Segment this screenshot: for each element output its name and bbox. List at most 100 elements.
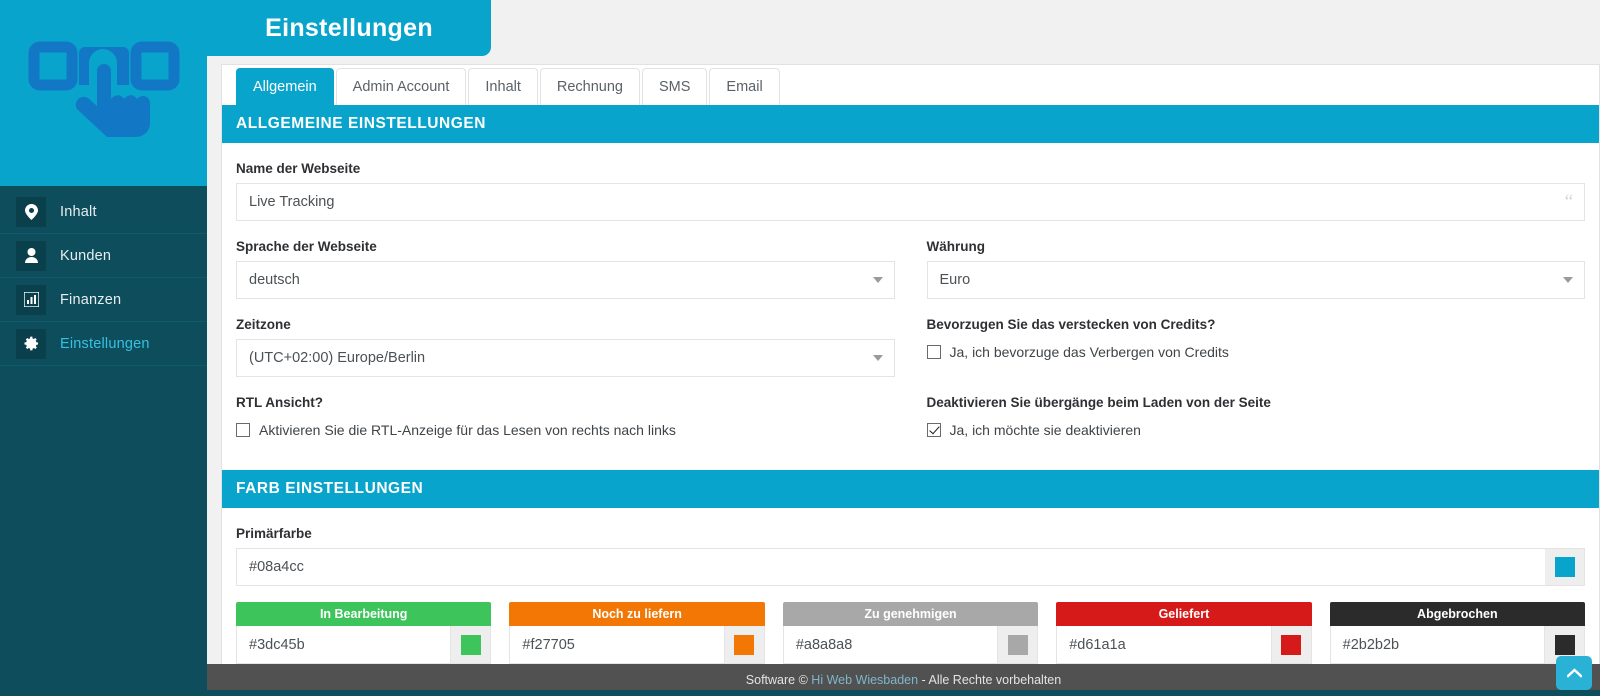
- status-color-input-group: #2b2b2b: [1329, 626, 1586, 664]
- general-settings-header: ALLGEMEINE EINSTELLUNGEN: [222, 105, 1599, 143]
- sidebar-item-finanzen[interactable]: Finanzen: [0, 278, 207, 322]
- timezone-label: Zeitzone: [236, 317, 291, 332]
- tab-sms[interactable]: SMS: [642, 68, 708, 105]
- status-color-cell: Zu genehmigen #a8a8a8: [782, 602, 1039, 664]
- tab-rechnung[interactable]: Rechnung: [539, 68, 640, 105]
- primary-color-swatch-button[interactable]: [1545, 548, 1585, 586]
- disable-transitions-checkbox[interactable]: [926, 423, 941, 437]
- status-color-swatch-button[interactable]: [1270, 626, 1311, 663]
- status-color-chip: [460, 634, 481, 655]
- page-title: Einstellungen: [265, 13, 433, 42]
- primary-color-field: Primärfarbe: [236, 526, 1585, 586]
- sidebar-item-label: Einstellungen: [60, 335, 150, 352]
- sidebar: Inhalt Kunden Finanzen Einstellungen: [0, 0, 207, 696]
- sidebar-item-kunden[interactable]: Kunden: [0, 234, 207, 278]
- hide-credits-check-row[interactable]: Ja, ich bevorzuge das Verbergen von Cred…: [926, 344, 1586, 360]
- status-color-value[interactable]: #2b2b2b: [1330, 626, 1545, 663]
- status-color-input-group: #f27705: [509, 626, 765, 664]
- tab-email[interactable]: Email: [709, 68, 780, 105]
- status-color-cell: In Bearbeitung #3dc45b: [236, 602, 492, 664]
- status-color-tag: Zu genehmigen: [782, 602, 1039, 626]
- logo-panel[interactable]: [0, 0, 207, 186]
- rtl-check-row[interactable]: Aktivieren Sie die RTL-Anzeige für das L…: [236, 422, 895, 438]
- site-name-input[interactable]: [236, 183, 1585, 221]
- general-settings-body: Name der Webseite “ Sprache der Webseite…: [222, 161, 1599, 470]
- timezone-field: Zeitzone (UTC+02:00) Europe/Berlin: [236, 317, 895, 377]
- sidebar-nav: Inhalt Kunden Finanzen Einstellungen: [0, 186, 207, 366]
- site-name-input-wrap: “: [236, 183, 1585, 221]
- site-name-label: Name der Webseite: [236, 161, 361, 176]
- status-color-value[interactable]: #a8a8a8: [783, 626, 998, 663]
- status-color-value[interactable]: #3dc45b: [237, 626, 451, 663]
- tab-label: Inhalt: [485, 79, 521, 95]
- status-color-value[interactable]: #d61a1a: [1057, 626, 1271, 663]
- primary-color-input-group: [236, 548, 1585, 586]
- sidebar-item-einstellungen[interactable]: Einstellungen: [0, 322, 207, 366]
- hide-credits-col: Bevorzugen Sie das verstecken von Credit…: [911, 299, 1586, 377]
- chevron-up-icon: [1566, 668, 1582, 678]
- status-color-value[interactable]: #f27705: [510, 626, 724, 663]
- footer-text: Software © Hi Web Wiesbaden - Alle Recht…: [746, 673, 1061, 687]
- touch-screen-hand-icon: [28, 41, 179, 137]
- settings-panel: Allgemein Admin Account Inhalt Rechnung …: [221, 64, 1600, 696]
- sidebar-item-label: Kunden: [60, 247, 112, 264]
- currency-field: Währung Euro: [926, 239, 1585, 299]
- sidebar-item-inhalt[interactable]: Inhalt: [0, 190, 207, 234]
- chevron-down-icon: [872, 277, 883, 283]
- status-color-tag: Noch zu liefern: [509, 602, 765, 626]
- language-label: Sprache der Webseite: [236, 239, 377, 254]
- hide-credits-field: Bevorzugen Sie das verstecken von Credit…: [926, 317, 1586, 360]
- hide-credits-label: Bevorzugen Sie das verstecken von Credit…: [926, 317, 1216, 332]
- chevron-down-icon: [872, 355, 883, 361]
- status-color-tag: Geliefert: [1056, 602, 1312, 626]
- rtl-transitions-row: RTL Ansicht? Aktivieren Sie die RTL-Anze…: [236, 377, 1585, 438]
- status-color-chip: [1281, 634, 1302, 655]
- status-color-chip: [734, 634, 755, 655]
- chevron-down-icon: [1563, 277, 1573, 283]
- tab-inhalt[interactable]: Inhalt: [468, 68, 538, 105]
- disable-transitions-check-row[interactable]: Ja, ich möchte sie deaktivieren: [926, 422, 1586, 438]
- language-col: Sprache der Webseite deutsch: [236, 221, 911, 299]
- status-color-input-group: #d61a1a: [1056, 626, 1312, 664]
- disable-transitions-label: Deaktivieren Sie übergänge beim Laden vo…: [926, 395, 1271, 410]
- tab-label: Rechnung: [556, 79, 623, 95]
- user-icon: [16, 240, 46, 271]
- tab-label: Email: [726, 79, 763, 95]
- scroll-to-top-button[interactable]: [1556, 656, 1592, 690]
- status-color-swatch-button[interactable]: [723, 626, 764, 663]
- rtl-checkbox[interactable]: [236, 423, 250, 437]
- footer-bottom-strip: [207, 690, 1600, 696]
- footer-link[interactable]: Hi Web Wiesbaden: [811, 673, 918, 687]
- status-colors-grid: In Bearbeitung #3dc45b Noch zu liefern #…: [236, 602, 1586, 664]
- primary-color-input[interactable]: [236, 548, 1545, 586]
- tab-label: Allgemein: [253, 79, 317, 95]
- timezone-select[interactable]: (UTC+02:00) Europe/Berlin: [236, 339, 895, 377]
- disable-transitions-checkbox-label: Ja, ich möchte sie deaktivieren: [949, 422, 1141, 438]
- status-color-swatch-button[interactable]: [450, 626, 491, 663]
- tab-allgemein[interactable]: Allgemein: [236, 68, 334, 105]
- language-currency-row: Sprache der Webseite deutsch Währung Eur…: [236, 221, 1585, 299]
- status-color-tag: In Bearbeitung: [236, 602, 492, 626]
- primary-color-label: Primärfarbe: [236, 526, 312, 541]
- tab-label: Admin Account: [352, 79, 450, 95]
- footer-prefix: Software ©: [745, 673, 812, 687]
- site-name-field: Name der Webseite “: [236, 161, 1585, 221]
- app-root: Inhalt Kunden Finanzen Einstellungen All…: [0, 0, 1600, 696]
- disable-transitions-field: Deaktivieren Sie übergänge beim Laden vo…: [926, 395, 1586, 438]
- tab-admin-account[interactable]: Admin Account: [335, 68, 467, 105]
- status-color-cell: Abgebrochen #2b2b2b: [1329, 602, 1586, 664]
- primary-color-chip: [1554, 557, 1575, 577]
- currency-select[interactable]: Euro: [926, 261, 1585, 299]
- rtl-label: RTL Ansicht?: [236, 395, 323, 410]
- bar-chart-icon: [16, 284, 46, 315]
- tab-label: SMS: [659, 79, 691, 95]
- currency-label: Währung: [926, 239, 986, 254]
- disable-transitions-col: Deaktivieren Sie übergänge beim Laden vo…: [911, 377, 1586, 438]
- rtl-field: RTL Ansicht? Aktivieren Sie die RTL-Anze…: [236, 395, 895, 438]
- hide-credits-checkbox[interactable]: [926, 345, 941, 359]
- language-select-value: deutsch: [249, 272, 300, 288]
- timezone-select-value: (UTC+02:00) Europe/Berlin: [249, 350, 426, 366]
- language-select[interactable]: deutsch: [236, 261, 895, 299]
- status-color-swatch-button[interactable]: [997, 626, 1038, 663]
- timezone-col: Zeitzone (UTC+02:00) Europe/Berlin: [236, 299, 911, 377]
